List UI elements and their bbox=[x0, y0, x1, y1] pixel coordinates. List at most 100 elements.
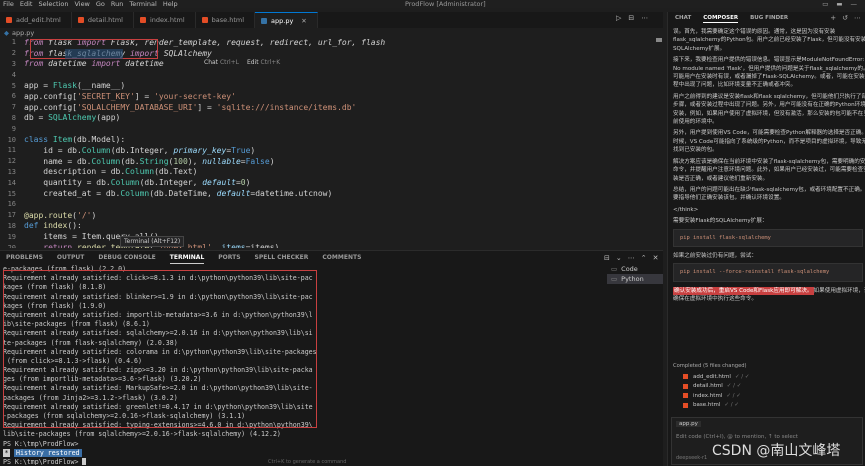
breadcrumb-file[interactable]: app.py bbox=[12, 29, 34, 37]
file-status: ✓ / ✓ bbox=[724, 402, 739, 409]
text-selection bbox=[65, 49, 123, 59]
tab-comments[interactable]: COMMENTS bbox=[322, 254, 361, 264]
panel-toggle-icon[interactable]: ▬ bbox=[836, 0, 842, 8]
terminal-icon: ▭ bbox=[611, 275, 618, 283]
tab-spell-checker[interactable]: SPELL CHECKER bbox=[255, 254, 309, 264]
menu-item-go[interactable]: Go bbox=[96, 0, 105, 8]
code-editor[interactable]: 1 from flask import Flask, render_templat… bbox=[0, 37, 662, 248]
line-number: 9 bbox=[11, 124, 16, 133]
edit-hint[interactable]: Edit Ctrl+K bbox=[247, 59, 280, 66]
terminal-list: ▭ Code ▭ Python bbox=[607, 264, 663, 284]
breadcrumb[interactable]: ◆ app.py bbox=[4, 29, 34, 37]
html-file-icon bbox=[77, 17, 84, 23]
more-actions-icon[interactable]: ⋯ bbox=[641, 14, 648, 22]
scrollbar-thumb[interactable] bbox=[656, 38, 662, 42]
highlight-box bbox=[3, 270, 317, 428]
changed-file[interactable]: add_edit.html ✓ / ✓ bbox=[673, 372, 861, 382]
tab-composer[interactable]: COMPOSER bbox=[703, 15, 739, 23]
menu-item-view[interactable]: View bbox=[74, 0, 89, 8]
tab-terminal[interactable]: TERMINAL bbox=[169, 254, 205, 264]
editor-tabs: add_edit.html detail.html index.html base.h… bbox=[0, 12, 663, 28]
line-number: 14 bbox=[7, 178, 16, 187]
terminal-item-python[interactable]: ▭ Python bbox=[607, 274, 663, 284]
tab-label: base.html bbox=[211, 16, 245, 24]
terminal-line: * History restored bbox=[3, 448, 603, 458]
line-number: 8 bbox=[11, 113, 16, 122]
menu-item-run[interactable]: Run bbox=[111, 0, 123, 8]
terminal-item-code[interactable]: ▭ Code bbox=[607, 264, 663, 274]
tab-detail-html[interactable]: detail.html bbox=[72, 12, 134, 28]
chevron-down-icon[interactable]: ⌄ bbox=[616, 254, 622, 262]
completed-files: Completed (5 files changed) add_edit.htm… bbox=[673, 363, 861, 410]
file-status: ✓ / ✓ bbox=[726, 383, 742, 390]
changed-file[interactable]: index.html ✓ / ✓ bbox=[673, 391, 861, 401]
close-icon[interactable]: ✕ bbox=[301, 17, 306, 25]
tab-problems[interactable]: PROBLEMS bbox=[6, 254, 43, 264]
terminal-label: Python bbox=[621, 275, 644, 283]
layout-icon[interactable]: ▭ bbox=[822, 0, 828, 8]
line-number: 10 bbox=[7, 135, 16, 144]
line-number: 20 bbox=[7, 243, 16, 248]
tab-label: app.py bbox=[271, 16, 294, 25]
line-number: 11 bbox=[7, 146, 16, 155]
tab-index-html[interactable]: index.html bbox=[134, 12, 196, 28]
sidebar-tabs: CHAT COMPOSER BUG FINDER bbox=[675, 15, 788, 23]
chat-paragraph: 需要安装Flask的SQLAlchemy扩展： bbox=[673, 218, 768, 225]
more-actions-icon[interactable]: ⋯ bbox=[854, 14, 861, 22]
split-terminal-icon[interactable]: ⊟ bbox=[604, 254, 610, 262]
tab-label: index.html bbox=[149, 16, 185, 24]
minimize-icon[interactable]: — bbox=[851, 0, 858, 8]
menu-item-help[interactable]: Help bbox=[163, 0, 178, 8]
html-file-icon bbox=[683, 374, 688, 380]
python-file-icon bbox=[261, 17, 268, 24]
ai-sidebar: CHAT COMPOSER BUG FINDER + ↺ ⋯ 误。首先，我需要确定这… bbox=[667, 12, 865, 466]
more-actions-icon[interactable]: ⋯ bbox=[628, 254, 635, 262]
code-block[interactable]: pip install flask-sqlalchemy bbox=[673, 228, 863, 247]
inline-hint: Chat Ctrl+L Edit Ctrl+K bbox=[204, 59, 280, 66]
prompt-text: PS K:\tmp\ProdFlow> bbox=[3, 457, 79, 465]
tab-base-html[interactable]: base.html bbox=[196, 12, 256, 28]
tab-bug-finder[interactable]: BUG FINDER bbox=[750, 15, 788, 23]
terminal-label: Code bbox=[621, 265, 638, 273]
menu-item-terminal[interactable]: Terminal bbox=[129, 0, 156, 8]
close-icon[interactable]: ✕ bbox=[653, 254, 659, 262]
line-number: 6 bbox=[11, 92, 16, 101]
model-selector[interactable]: deepseek-r1 bbox=[676, 455, 707, 461]
file-status: ✓ / ✓ bbox=[734, 373, 750, 380]
context-chip[interactable]: app.py bbox=[676, 421, 701, 427]
html-file-icon bbox=[139, 17, 146, 23]
code-block[interactable]: pip install --force-reinstall flask-sqla… bbox=[673, 263, 863, 282]
tab-add-edit-html[interactable]: add_edit.html bbox=[0, 12, 72, 28]
line-number: 13 bbox=[7, 167, 16, 176]
maximize-icon[interactable]: ⌃ bbox=[641, 254, 647, 262]
terminal-icon: ▭ bbox=[611, 265, 618, 273]
chat-paragraph: 解决方案应该是确保在当前环境中安装了flask-sqlalchemy包，需要明确… bbox=[673, 158, 865, 182]
changed-file[interactable]: detail.html ✓ / ✓ bbox=[673, 382, 861, 392]
file-name: add_edit.html bbox=[693, 373, 731, 380]
tab-label: add_edit.html bbox=[16, 16, 61, 24]
html-file-icon bbox=[683, 383, 688, 389]
changed-file[interactable]: base.html ✓ / ✓ bbox=[673, 401, 861, 411]
completed-label[interactable]: Completed (5 files changed) bbox=[673, 363, 861, 369]
tab-chat[interactable]: CHAT bbox=[675, 15, 691, 23]
menu-item-file[interactable]: File bbox=[3, 0, 14, 8]
tab-debug-console[interactable]: DEBUG CONSOLE bbox=[98, 254, 155, 264]
tab-output[interactable]: OUTPUT bbox=[57, 254, 84, 264]
tab-app-py[interactable]: app.py ✕ bbox=[255, 12, 318, 28]
split-editor-icon[interactable]: ⊟ bbox=[628, 14, 634, 22]
plus-icon[interactable]: + bbox=[830, 14, 836, 22]
run-icon[interactable]: ▷ bbox=[616, 14, 621, 22]
menu-item-edit[interactable]: Edit bbox=[20, 0, 33, 8]
panel-actions: ⊟ ⌄ ⋯ ⌃ ✕ bbox=[604, 254, 659, 262]
bottom-panel: PROBLEMS OUTPUT DEBUG CONSOLE TERMINAL PORTS… bbox=[0, 250, 663, 466]
terminal-line: PS K:\tmp\ProdFlow> bbox=[3, 439, 79, 448]
sidebar-actions: + ↺ ⋯ bbox=[830, 14, 861, 22]
tab-ports[interactable]: PORTS bbox=[218, 254, 240, 264]
history-mark: * bbox=[3, 448, 10, 457]
history-icon[interactable]: ↺ bbox=[842, 14, 848, 22]
tab-label: detail.html bbox=[87, 16, 123, 24]
chat-transcript: 误。首先，我需要确定这个错误的原因。通常，这是因为没有安装flask_sqlal… bbox=[673, 28, 865, 307]
window-title: ProdFlow [Administrator] bbox=[405, 0, 486, 8]
menu-item-selection[interactable]: Selection bbox=[38, 0, 68, 8]
chat-hint[interactable]: Chat Ctrl+L bbox=[204, 59, 239, 66]
